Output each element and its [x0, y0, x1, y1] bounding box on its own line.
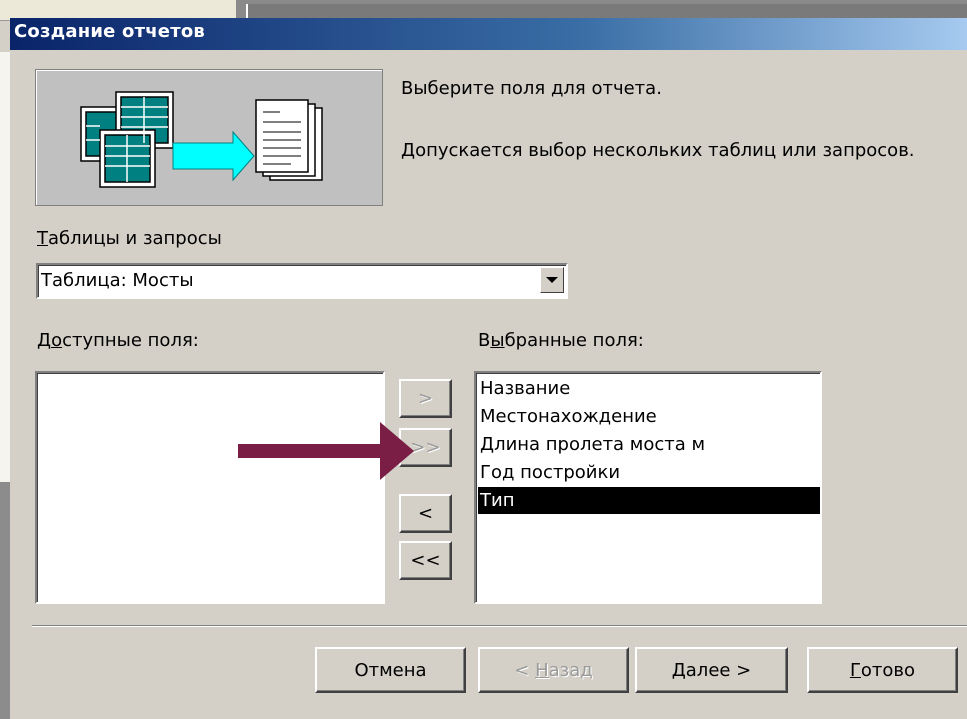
footer-divider	[32, 625, 967, 627]
intro-text-2: Допускается выбор нескольких таблиц или …	[401, 140, 915, 161]
dropdown-button[interactable]	[540, 267, 564, 293]
finish-button[interactable]: Готово	[807, 647, 958, 693]
add-field-button[interactable]: >	[399, 379, 452, 418]
next-button[interactable]: Далее >	[635, 647, 788, 693]
report-wizard-dialog: Создание отчетов Выберите поля для отчет…	[10, 18, 967, 719]
annotation-arrow-icon	[238, 422, 414, 480]
intro-text-1: Выберите поля для отчета.	[401, 78, 662, 99]
title-bar[interactable]: Создание отчетов	[10, 18, 967, 50]
background-window-strip	[0, 0, 967, 21]
list-item[interactable]: Длина пролета моста м	[480, 431, 705, 458]
combobox-value: Таблица: Мосты	[41, 270, 194, 291]
dialog-title: Создание отчетов	[14, 21, 205, 42]
list-item[interactable]: Год постройки	[480, 459, 620, 486]
list-item[interactable]: Название	[480, 375, 570, 402]
cancel-button[interactable]: Отмена	[315, 647, 466, 693]
selected-fields-list[interactable]: Название Местонахождение Длина пролета м…	[474, 371, 822, 604]
chevron-down-icon	[546, 277, 558, 283]
remove-field-button[interactable]: <	[399, 494, 452, 533]
selected-fields-label: Выбранные поля:	[478, 330, 644, 351]
list-item[interactable]: Местонахождение	[480, 403, 657, 430]
report-wizard-illustration-icon	[35, 69, 383, 206]
back-button[interactable]: < Назад	[478, 647, 629, 693]
available-fields-label: Доступные поля:	[37, 330, 199, 351]
list-item-selected[interactable]: Тип	[478, 487, 820, 514]
tables-queries-label: Таблицы и запросы	[37, 228, 222, 249]
background-window-edge	[0, 52, 10, 719]
tables-queries-combobox[interactable]: Таблица: Мосты	[36, 263, 568, 299]
remove-all-fields-button[interactable]: <<	[399, 541, 452, 580]
available-fields-list[interactable]	[35, 371, 385, 604]
